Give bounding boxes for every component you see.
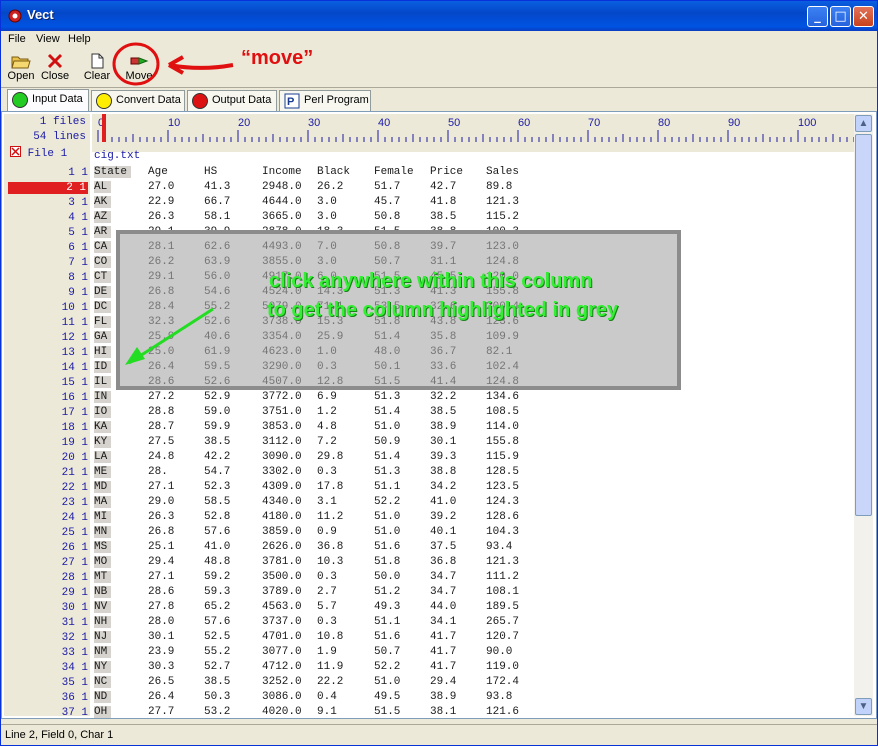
- column-arrow-head: [125, 347, 145, 365]
- annotation-line2: to get the column highlighted in grey: [267, 299, 619, 321]
- annotation-line1: click anywhere within this column: [269, 270, 593, 292]
- app-window: Vect _ □ ✕ File View Help Open Close Cle…: [0, 0, 878, 746]
- annotation-drawing: [112, 42, 234, 365]
- move-arrow-shaft: [168, 63, 234, 70]
- move-annotation: “move”: [241, 47, 314, 69]
- move-highlight-circle: [112, 42, 160, 86]
